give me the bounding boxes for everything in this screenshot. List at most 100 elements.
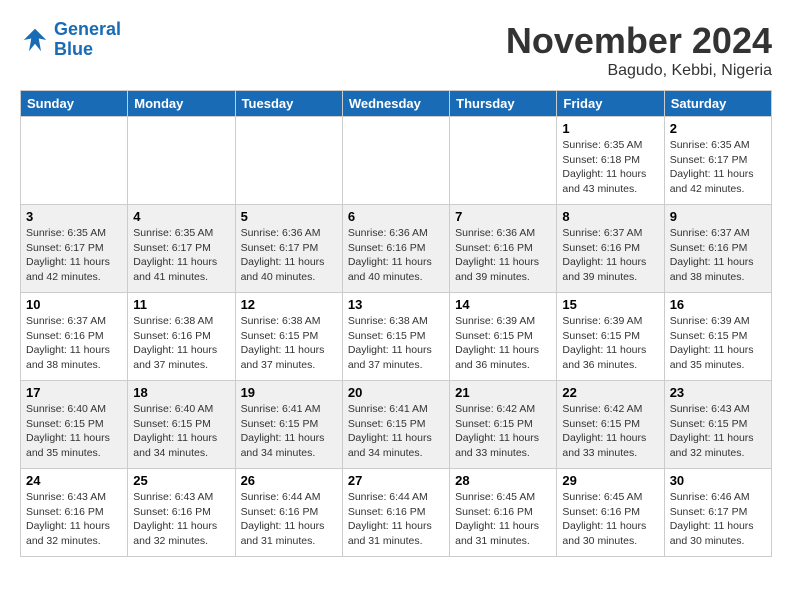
calendar-cell: 25 Sunrise: 6:43 AM Sunset: 6:16 PM Dayli… [128, 469, 235, 557]
day-info: Sunrise: 6:46 AM Sunset: 6:17 PM Dayligh… [670, 490, 766, 549]
calendar-cell: 7 Sunrise: 6:36 AM Sunset: 6:16 PM Daylig… [450, 205, 557, 293]
calendar-cell: 16 Sunrise: 6:39 AM Sunset: 6:15 PM Dayli… [664, 293, 771, 381]
day-number: 18 [133, 385, 229, 400]
calendar-cell: 15 Sunrise: 6:39 AM Sunset: 6:15 PM Dayli… [557, 293, 664, 381]
calendar-cell: 4 Sunrise: 6:35 AM Sunset: 6:17 PM Daylig… [128, 205, 235, 293]
day-info: Sunrise: 6:44 AM Sunset: 6:16 PM Dayligh… [348, 490, 444, 549]
day-header-friday: Friday [557, 91, 664, 117]
day-info: Sunrise: 6:38 AM Sunset: 6:16 PM Dayligh… [133, 314, 229, 373]
calendar-week-row: 3 Sunrise: 6:35 AM Sunset: 6:17 PM Daylig… [21, 205, 772, 293]
calendar-cell: 11 Sunrise: 6:38 AM Sunset: 6:16 PM Dayli… [128, 293, 235, 381]
day-header-thursday: Thursday [450, 91, 557, 117]
day-number: 30 [670, 473, 766, 488]
page-header: General Blue November 2024 Bagudo, Kebbi… [20, 20, 772, 80]
calendar-cell: 5 Sunrise: 6:36 AM Sunset: 6:17 PM Daylig… [235, 205, 342, 293]
day-number: 14 [455, 297, 551, 312]
calendar-cell: 21Sunrise: 6:42 AM Sunset: 6:15 PM Dayli… [450, 381, 557, 469]
day-info: Sunrise: 6:36 AM Sunset: 6:17 PM Dayligh… [241, 226, 337, 285]
day-number: 29 [562, 473, 658, 488]
calendar-week-row: 10 Sunrise: 6:37 AM Sunset: 6:16 PM Dayli… [21, 293, 772, 381]
day-header-tuesday: Tuesday [235, 91, 342, 117]
day-info: Sunrise: 6:38 AM Sunset: 6:15 PM Dayligh… [348, 314, 444, 373]
day-info: Sunrise: 6:39 AM Sunset: 6:15 PM Dayligh… [562, 314, 658, 373]
day-info: Sunrise: 6:42 AM Sunset: 6:15 PM Dayligh… [562, 402, 658, 461]
day-number: 1 [562, 121, 658, 136]
day-info: Sunrise: 6:35 AM Sunset: 6:17 PM Dayligh… [26, 226, 122, 285]
day-number: 12 [241, 297, 337, 312]
calendar-cell: 27 Sunrise: 6:44 AM Sunset: 6:16 PM Dayli… [342, 469, 449, 557]
calendar-cell: 22 Sunrise: 6:42 AM Sunset: 6:15 PM Dayli… [557, 381, 664, 469]
day-number: 23 [670, 385, 766, 400]
day-info: Sunrise: 6:35 AM Sunset: 6:18 PM Dayligh… [562, 138, 658, 197]
calendar-cell: 14 Sunrise: 6:39 AM Sunset: 6:15 PM Dayli… [450, 293, 557, 381]
calendar-cell: 23 Sunrise: 6:43 AM Sunset: 6:15 PM Dayli… [664, 381, 771, 469]
calendar-cell: 10 Sunrise: 6:37 AM Sunset: 6:16 PM Dayli… [21, 293, 128, 381]
day-info: Sunrise: 6:42 AM Sunset: 6:15 PM Dayligh… [455, 402, 551, 461]
day-number: 3 [26, 209, 122, 224]
day-header-saturday: Saturday [664, 91, 771, 117]
day-number: 2 [670, 121, 766, 136]
calendar-cell: 19 Sunrise: 6:41 AM Sunset: 6:15 PM Dayli… [235, 381, 342, 469]
day-number: 25 [133, 473, 229, 488]
calendar-cell [235, 117, 342, 205]
calendar-cell: 1 Sunrise: 6:35 AM Sunset: 6:18 PM Daylig… [557, 117, 664, 205]
calendar-cell: 3 Sunrise: 6:35 AM Sunset: 6:17 PM Daylig… [21, 205, 128, 293]
day-info: Sunrise: 6:41 AM Sunset: 6:15 PM Dayligh… [348, 402, 444, 461]
calendar-week-row: 24 Sunrise: 6:43 AM Sunset: 6:16 PM Dayli… [21, 469, 772, 557]
day-number: 15 [562, 297, 658, 312]
day-info: Sunrise: 6:43 AM Sunset: 6:16 PM Dayligh… [26, 490, 122, 549]
day-number: 28 [455, 473, 551, 488]
day-number: 26 [241, 473, 337, 488]
calendar-cell: 26 Sunrise: 6:44 AM Sunset: 6:16 PM Dayli… [235, 469, 342, 557]
day-info: Sunrise: 6:45 AM Sunset: 6:16 PM Dayligh… [562, 490, 658, 549]
day-info: Sunrise: 6:36 AM Sunset: 6:16 PM Dayligh… [455, 226, 551, 285]
calendar-body: 1 Sunrise: 6:35 AM Sunset: 6:18 PM Daylig… [21, 117, 772, 557]
day-number: 19 [241, 385, 337, 400]
calendar-cell [21, 117, 128, 205]
day-number: 5 [241, 209, 337, 224]
day-number: 9 [670, 209, 766, 224]
day-header-sunday: Sunday [21, 91, 128, 117]
day-info: Sunrise: 6:44 AM Sunset: 6:16 PM Dayligh… [241, 490, 337, 549]
day-number: 8 [562, 209, 658, 224]
day-info: Sunrise: 6:41 AM Sunset: 6:15 PM Dayligh… [241, 402, 337, 461]
day-info: Sunrise: 6:43 AM Sunset: 6:16 PM Dayligh… [133, 490, 229, 549]
month-title: November 2024 [506, 20, 772, 62]
calendar-cell: 29 Sunrise: 6:45 AM Sunset: 6:16 PM Dayli… [557, 469, 664, 557]
day-info: Sunrise: 6:40 AM Sunset: 6:15 PM Dayligh… [26, 402, 122, 461]
day-number: 4 [133, 209, 229, 224]
day-header-monday: Monday [128, 91, 235, 117]
title-block: November 2024 Bagudo, Kebbi, Nigeria [506, 20, 772, 80]
day-info: Sunrise: 6:43 AM Sunset: 6:15 PM Dayligh… [670, 402, 766, 461]
day-number: 16 [670, 297, 766, 312]
day-number: 11 [133, 297, 229, 312]
calendar-cell: 28 Sunrise: 6:45 AM Sunset: 6:16 PM Dayli… [450, 469, 557, 557]
day-info: Sunrise: 6:39 AM Sunset: 6:15 PM Dayligh… [670, 314, 766, 373]
calendar-cell: 20Sunrise: 6:41 AM Sunset: 6:15 PM Dayli… [342, 381, 449, 469]
calendar-cell: 2 Sunrise: 6:35 AM Sunset: 6:17 PM Daylig… [664, 117, 771, 205]
logo-text: General Blue [54, 20, 121, 60]
day-number: 22 [562, 385, 658, 400]
calendar-table: SundayMondayTuesdayWednesdayThursdayFrid… [20, 90, 772, 557]
day-number: 13 [348, 297, 444, 312]
day-info: Sunrise: 6:35 AM Sunset: 6:17 PM Dayligh… [133, 226, 229, 285]
day-info: Sunrise: 6:37 AM Sunset: 6:16 PM Dayligh… [26, 314, 122, 373]
day-info: Sunrise: 6:35 AM Sunset: 6:17 PM Dayligh… [670, 138, 766, 197]
day-number: 17 [26, 385, 122, 400]
day-info: Sunrise: 6:39 AM Sunset: 6:15 PM Dayligh… [455, 314, 551, 373]
day-number: 27 [348, 473, 444, 488]
day-number: 10 [26, 297, 122, 312]
day-info: Sunrise: 6:37 AM Sunset: 6:16 PM Dayligh… [562, 226, 658, 285]
logo-icon [20, 25, 50, 55]
calendar-cell [342, 117, 449, 205]
day-info: Sunrise: 6:45 AM Sunset: 6:16 PM Dayligh… [455, 490, 551, 549]
day-number: 6 [348, 209, 444, 224]
calendar-cell: 12 Sunrise: 6:38 AM Sunset: 6:15 PM Dayli… [235, 293, 342, 381]
day-number: 7 [455, 209, 551, 224]
calendar-cell: 18 Sunrise: 6:40 AM Sunset: 6:15 PM Dayli… [128, 381, 235, 469]
day-info: Sunrise: 6:38 AM Sunset: 6:15 PM Dayligh… [241, 314, 337, 373]
calendar-cell: 6Sunrise: 6:36 AM Sunset: 6:16 PM Daylig… [342, 205, 449, 293]
day-header-wednesday: Wednesday [342, 91, 449, 117]
day-number: 24 [26, 473, 122, 488]
day-info: Sunrise: 6:40 AM Sunset: 6:15 PM Dayligh… [133, 402, 229, 461]
